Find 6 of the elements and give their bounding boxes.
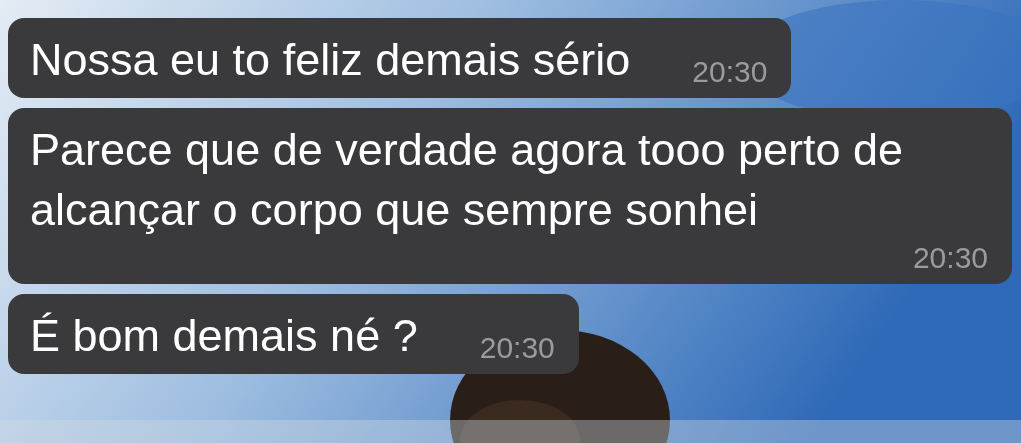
message-time: 20:30: [912, 240, 988, 276]
message-text: Nossa eu to feliz demais sério: [30, 33, 631, 87]
message-time: 20:30: [479, 330, 555, 366]
message-text: É bom demais né ?: [30, 309, 418, 363]
message-time: 20:30: [692, 54, 768, 90]
message-text: Parece que de verdade agora tooo perto de alcançar o corpo que sempre sonhei: [30, 123, 905, 237]
